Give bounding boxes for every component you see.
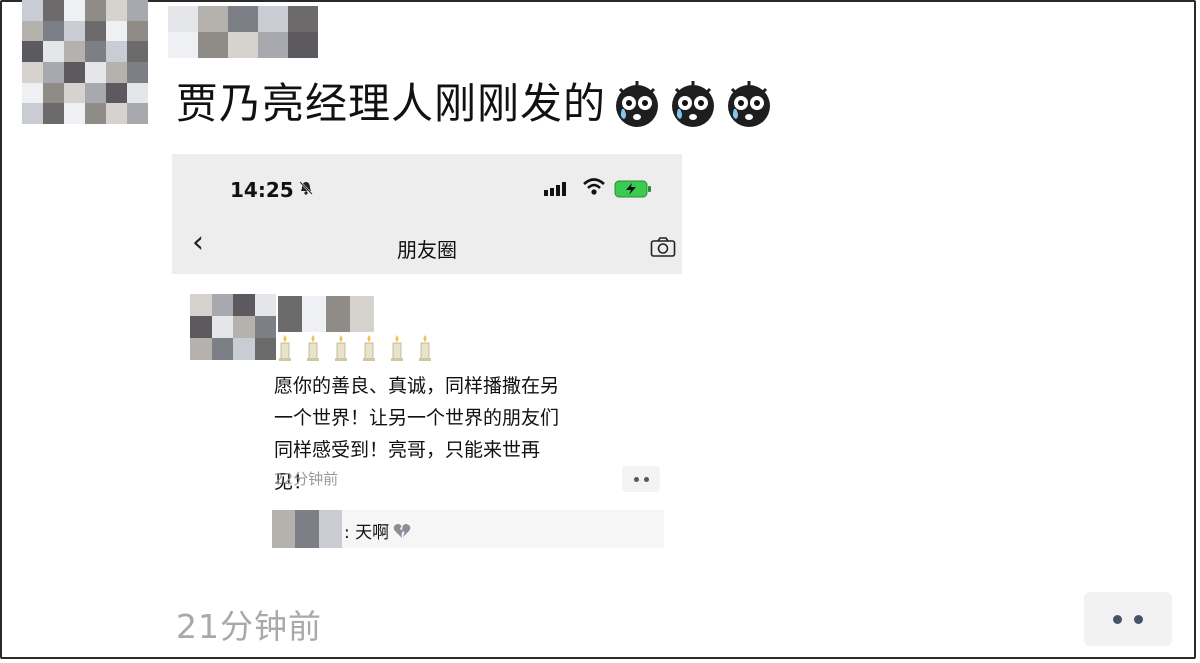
comment-text: : 天啊 xyxy=(344,523,390,543)
post-text-content: 贾乃亮经理人刚刚发的 xyxy=(176,79,607,128)
crying-face-icon xyxy=(728,81,771,127)
post-text: 贾乃亮经理人刚刚发的 xyxy=(176,76,774,132)
post-time: 21分钟前 xyxy=(176,607,322,646)
more-button[interactable] xyxy=(1084,592,1172,646)
embedded-screenshot[interactable]: 14:25 ‹ 朋友圈 愿你的善良、真诚，同样播撒在另一个世界！让另一个世界的朋… xyxy=(172,154,684,572)
more-dot-icon xyxy=(1113,614,1122,624)
candle-emoji-row xyxy=(276,334,434,362)
comment-row: : 天啊 xyxy=(272,510,664,548)
battery-charging-icon xyxy=(614,180,651,198)
moment-avatar-blurred[interactable] xyxy=(190,294,276,360)
broken-heart-icon xyxy=(393,523,411,538)
avatar[interactable] xyxy=(22,0,148,124)
candle-icon xyxy=(307,335,319,361)
candle-icon xyxy=(279,335,291,361)
nav-title: 朋友圈 xyxy=(397,238,457,262)
bell-muted-icon xyxy=(299,181,313,195)
candle-icon xyxy=(335,335,347,361)
moment-time: 22分钟前 xyxy=(274,470,339,488)
commenter-name-blurred[interactable] xyxy=(272,510,342,548)
more-dot-icon xyxy=(1134,614,1143,624)
moments-header: 14:25 ‹ 朋友圈 xyxy=(172,154,682,274)
comment: : 天啊 xyxy=(344,518,411,543)
author-name-blurred[interactable] xyxy=(168,6,318,58)
moment-name-blurred[interactable] xyxy=(278,296,374,332)
candle-icon xyxy=(419,335,431,361)
candle-icon xyxy=(363,335,375,361)
crying-face-icon xyxy=(672,81,715,127)
wifi-icon xyxy=(583,178,605,195)
signal-icon xyxy=(544,182,566,196)
crying-face-icon xyxy=(616,81,659,127)
status-time: 14:25 xyxy=(230,178,294,202)
moment-more-button[interactable] xyxy=(622,466,660,492)
camera-icon[interactable] xyxy=(650,236,676,258)
candle-icon xyxy=(391,335,403,361)
